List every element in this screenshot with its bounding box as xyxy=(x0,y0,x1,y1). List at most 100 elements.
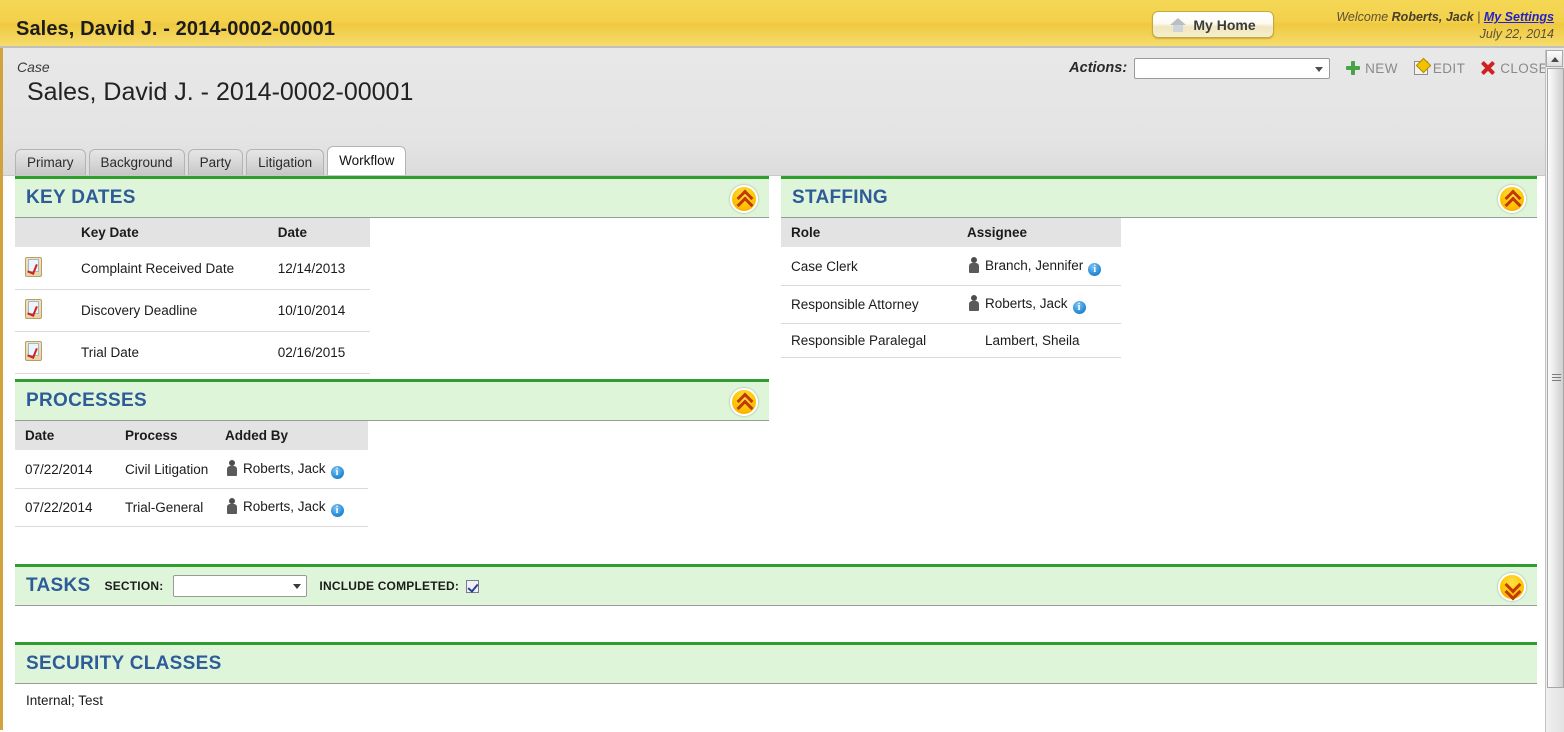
key-dates-table: Key Date Date Complaint Received Date 12… xyxy=(15,218,370,374)
scrollbar-thumb[interactable] xyxy=(1547,68,1564,688)
clipboard-check-icon[interactable] xyxy=(25,257,42,277)
table-row: Trial Date 02/16/2015 xyxy=(15,332,370,374)
col-icon xyxy=(15,218,81,248)
staffing-title: STAFFING xyxy=(792,187,888,209)
staff-assignee-name: Branch, Jennifer xyxy=(985,258,1083,273)
vertical-scrollbar[interactable] xyxy=(1545,50,1564,732)
page-title: Sales, David J. - 2014-0002-00001 xyxy=(27,78,413,107)
edit-button-label: EDIT xyxy=(1433,61,1465,76)
info-icon[interactable]: i xyxy=(331,466,344,479)
table-row: Case Clerk Branch, Jennifer i xyxy=(781,248,1121,286)
table-row: Discovery Deadline 10/10/2014 xyxy=(15,290,370,332)
key-dates-collapse-toggle[interactable] xyxy=(730,185,758,213)
plus-icon xyxy=(1346,61,1360,75)
staff-assignee-cell: Roberts, Jacki xyxy=(967,286,1121,324)
actions-dropdown[interactable] xyxy=(1134,58,1330,79)
page-header-zone: Case Sales, David J. - 2014-0002-00001 A… xyxy=(3,48,1564,176)
tab-party[interactable]: Party xyxy=(188,149,244,175)
my-home-button[interactable]: My Home xyxy=(1152,11,1274,38)
scroll-up-button[interactable] xyxy=(1546,50,1563,67)
process-date: 07/22/2014 xyxy=(15,451,125,489)
staffing-collapse-toggle[interactable] xyxy=(1498,185,1526,213)
processes-panel: PROCESSES Date Process Added By xyxy=(15,379,769,527)
tab-workflow[interactable]: Workflow xyxy=(327,146,406,175)
col-process: Process xyxy=(125,421,225,451)
triangle-up-icon xyxy=(1551,57,1559,62)
key-date-name: Complaint Received Date xyxy=(81,248,278,290)
security-classes-value: Internal; Test xyxy=(15,684,1537,708)
key-date-icon-cell[interactable] xyxy=(15,248,81,290)
col-key-date: Key Date xyxy=(81,218,278,248)
staffing-header: STAFFING xyxy=(781,176,1537,218)
person-icon xyxy=(967,257,981,273)
new-button[interactable]: NEW xyxy=(1346,61,1398,76)
tab-primary[interactable]: Primary xyxy=(15,149,86,175)
staff-assignee-cell: Branch, Jennifer i xyxy=(967,248,1121,286)
welcome-user: Roberts, Jack xyxy=(1392,10,1474,24)
edit-button[interactable]: EDIT xyxy=(1414,61,1465,76)
table-row: 07/22/2014 Trial-General Roberts, Jack i xyxy=(15,489,368,527)
home-icon xyxy=(1170,18,1186,32)
info-icon[interactable]: i xyxy=(1088,263,1101,276)
edit-icon xyxy=(1414,61,1428,75)
processes-collapse-toggle[interactable] xyxy=(730,388,758,416)
actions-label: Actions: xyxy=(1069,60,1127,76)
key-date-value-link[interactable]: 10/10/2014 xyxy=(278,290,370,332)
processes-header: PROCESSES xyxy=(15,379,769,421)
tasks-filters: SECTION: INCLUDE COMPLETED: xyxy=(104,575,479,597)
current-date: July 22, 2014 xyxy=(1336,26,1554,43)
clipboard-check-icon[interactable] xyxy=(25,341,42,361)
chevron-up-icon xyxy=(1505,199,1519,205)
col-date: Date xyxy=(15,421,125,451)
col-date: Date xyxy=(278,218,370,248)
tasks-expand-toggle[interactable] xyxy=(1498,573,1526,601)
tab-litigation[interactable]: Litigation xyxy=(246,149,324,175)
key-date-value: 12/14/2013 xyxy=(278,248,370,290)
info-icon[interactable]: i xyxy=(331,504,344,517)
process-name: Trial-General xyxy=(125,489,225,527)
my-home-label: My Home xyxy=(1193,17,1255,33)
table-header-row: Key Date Date xyxy=(15,218,370,248)
key-date-icon-cell[interactable] xyxy=(15,332,81,374)
banner-title: Sales, David J. - 2014-0002-00001 xyxy=(16,18,335,41)
page-body: Case Sales, David J. - 2014-0002-00001 A… xyxy=(0,48,1564,730)
key-date-icon-cell[interactable] xyxy=(15,290,81,332)
table-header-row: Date Process Added By xyxy=(15,421,368,451)
table-row: Complaint Received Date 12/14/2013 xyxy=(15,248,370,290)
staffing-panel: STAFFING Role Assignee xyxy=(781,176,1537,358)
table-row: Responsible Attorney Roberts, Jacki xyxy=(781,286,1121,324)
welcome-prefix: Welcome xyxy=(1336,10,1391,24)
staff-role: Responsible Attorney xyxy=(781,286,967,324)
include-completed-checkbox[interactable] xyxy=(466,580,479,593)
process-added-by-name: Roberts, Jack xyxy=(243,499,326,514)
key-dates-header: KEY DATES xyxy=(15,176,769,218)
application-window: Sales, David J. - 2014-0002-00001 My Hom… xyxy=(0,0,1564,732)
key-date-value-link[interactable]: 02/16/2015 xyxy=(278,332,370,374)
process-name: Civil Litigation xyxy=(125,451,225,489)
chevron-down-icon xyxy=(1505,586,1519,592)
scrollbar-grip-icon xyxy=(1552,374,1561,381)
process-date: 07/22/2014 xyxy=(15,489,125,527)
workflow-content: KEY DATES Key Date Date xyxy=(3,176,1564,729)
info-icon[interactable]: i xyxy=(1073,301,1086,314)
process-added-by-cell: Roberts, Jacki xyxy=(225,451,368,489)
tasks-panel: TASKS SECTION: INCLUDE COMPLETED: xyxy=(15,564,1537,606)
chevron-down-icon xyxy=(293,584,301,589)
key-dates-title: KEY DATES xyxy=(26,187,136,209)
processes-table: Date Process Added By 07/22/2014 Civil L… xyxy=(15,421,368,527)
staff-role: Case Clerk xyxy=(781,248,967,286)
chevron-up-icon xyxy=(737,199,751,205)
tasks-section-dropdown[interactable] xyxy=(173,575,307,597)
tasks-section-label: SECTION: xyxy=(104,579,163,593)
processes-title: PROCESSES xyxy=(26,390,147,412)
include-completed-label: INCLUDE COMPLETED: xyxy=(319,579,459,593)
close-button[interactable]: CLOSE xyxy=(1481,61,1548,76)
new-button-label: NEW xyxy=(1365,61,1398,76)
person-icon xyxy=(225,460,239,476)
col-role: Role xyxy=(781,218,967,248)
staff-role: Responsible Paralegal xyxy=(781,324,967,358)
tab-background[interactable]: Background xyxy=(89,149,185,175)
clipboard-check-icon[interactable] xyxy=(25,299,42,319)
person-icon xyxy=(225,498,239,514)
my-settings-link[interactable]: My Settings xyxy=(1484,10,1554,24)
